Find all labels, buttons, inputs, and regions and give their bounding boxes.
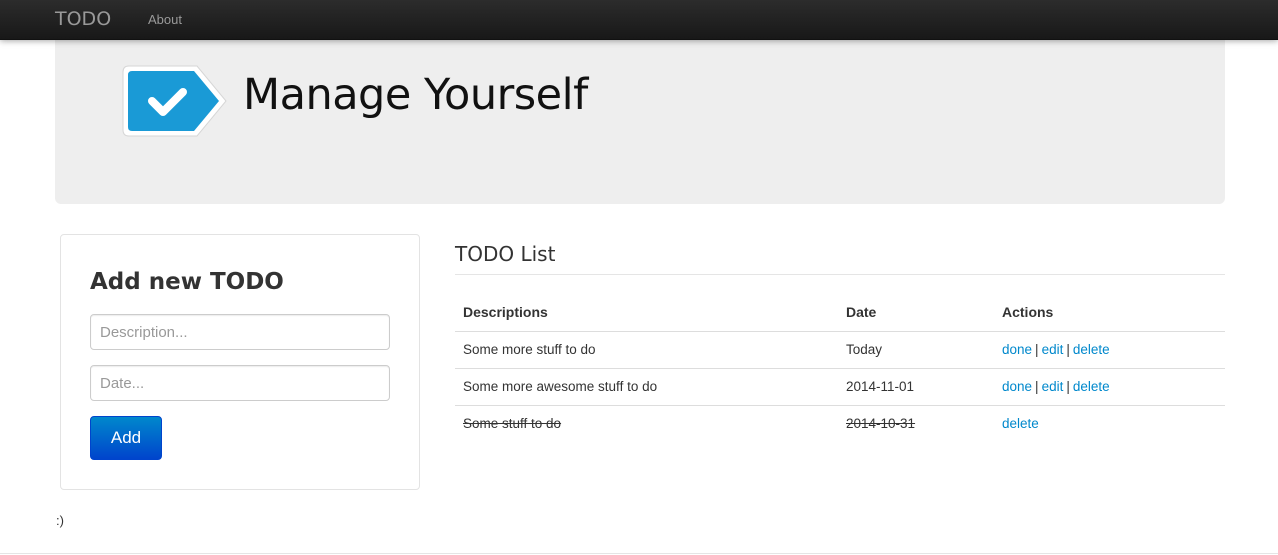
brand-link[interactable]: TODO [55,8,111,30]
todo-actions: delete [994,404,1225,442]
delete-link[interactable]: delete [1002,416,1039,431]
action-separator: | [1035,342,1039,357]
todo-description: Some more stuff to do [455,330,838,368]
date-input[interactable] [90,365,390,401]
footer-divider [0,553,1278,554]
table-row: Some more stuff to do Today done | edit | de… [455,330,1225,368]
done-link[interactable]: done [1002,379,1032,394]
todo-description: Some stuff to do [455,404,838,442]
delete-link[interactable]: delete [1073,379,1110,394]
hero-banner: Manage Yourself [55,40,1225,204]
action-separator: | [1035,379,1039,394]
column-header-date: Date [846,304,877,321]
hero-title: Manage Yourself [243,70,588,120]
top-navbar: TODO About [0,0,1278,40]
add-todo-heading: Add new TODO [90,269,284,295]
footer-text: :) [56,513,64,528]
table-row: Some stuff to do 2014-10-31 delete [455,404,1225,442]
nav-link-about[interactable]: About [148,12,182,27]
todo-actions: done | edit | delete [994,367,1225,405]
checkmark-badge-icon [119,62,231,145]
table-header-row: Descriptions Date Actions [455,294,1225,331]
action-separator: | [1066,342,1070,357]
todo-date: 2014-11-01 [838,367,994,405]
title-divider [455,274,1225,275]
description-input[interactable] [90,314,390,350]
add-todo-panel: Add new TODO Add [60,234,420,490]
delete-link[interactable]: delete [1073,342,1110,357]
edit-link[interactable]: edit [1042,342,1064,357]
column-header-descriptions: Descriptions [463,304,548,321]
done-link[interactable]: done [1002,342,1032,357]
add-button[interactable]: Add [90,416,162,460]
todo-date: Today [838,330,994,368]
table-row: Some more awesome stuff to do 2014-11-01… [455,367,1225,405]
todo-list-title: TODO List [455,242,556,266]
todo-date: 2014-10-31 [838,404,994,442]
action-separator: | [1066,379,1070,394]
edit-link[interactable]: edit [1042,379,1064,394]
todo-actions: done | edit | delete [994,330,1225,368]
column-header-actions: Actions [1002,304,1054,321]
todo-table: Descriptions Date Actions Some more stuf… [455,294,1225,442]
todo-description: Some more awesome stuff to do [455,367,838,405]
